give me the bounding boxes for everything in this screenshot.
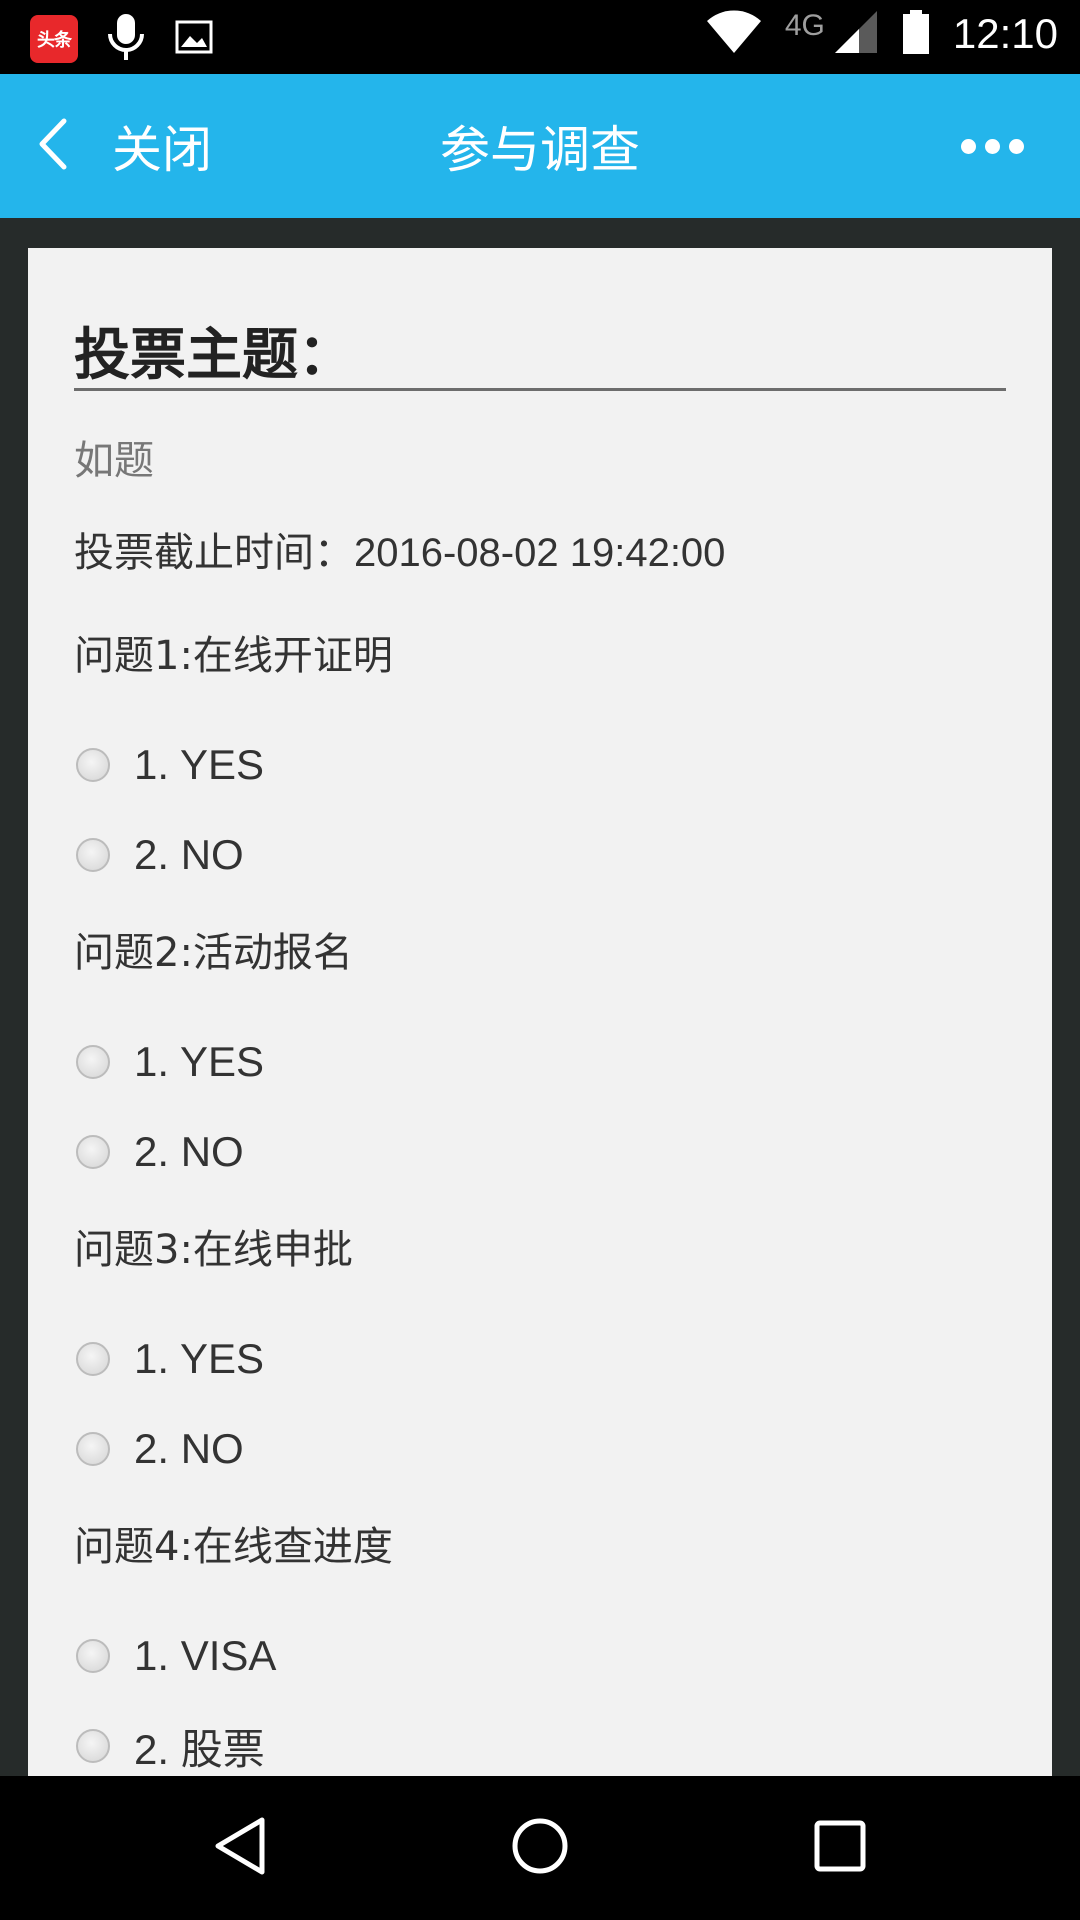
radio-button[interactable]	[76, 1432, 110, 1466]
microphone-icon	[106, 12, 146, 66]
option-radio[interactable]: 2. NO	[74, 1107, 1006, 1197]
option-label: 2. NO	[134, 831, 244, 878]
chevron-left-icon	[36, 117, 70, 175]
option-label: 2. NO	[134, 1128, 244, 1175]
topic-description: 如题	[74, 438, 154, 484]
square-recents-icon	[812, 1818, 868, 1878]
question-title: 问题3:在线申批	[74, 1227, 353, 1273]
circle-home-icon	[510, 1816, 570, 1880]
option-label: 1. YES	[134, 741, 264, 788]
content-area: 投票主题： 如题 投票截止时间：2016-08-02 19:42:00 问题1:…	[0, 218, 1080, 1776]
nav-home-button[interactable]	[460, 1776, 620, 1920]
option-radio[interactable]: 1. YES	[74, 720, 1006, 810]
app-icon-text: 头条	[37, 30, 72, 51]
option-label: 1. YES	[134, 1038, 264, 1085]
option-label: 1. YES	[134, 1335, 264, 1382]
image-icon	[174, 17, 214, 61]
navigation-bar	[0, 1776, 1080, 1920]
radio-button[interactable]	[76, 838, 110, 872]
question-title: 问题2:活动报名	[74, 930, 353, 976]
more-dots-icon	[1008, 138, 1024, 154]
network-type-label: 4G	[784, 9, 825, 42]
cellular-signal-icon	[833, 9, 879, 59]
wifi-icon	[705, 9, 763, 59]
radio-button[interactable]	[76, 1639, 110, 1673]
close-label: 关闭	[112, 121, 212, 179]
divider	[74, 388, 1006, 391]
radio-button[interactable]	[76, 748, 110, 782]
deadline-value: 2016-08-02 19:42:00	[354, 531, 726, 575]
radio-button[interactable]	[76, 1342, 110, 1376]
clock: 12:10	[952, 10, 1058, 57]
nav-back-button[interactable]	[160, 1776, 320, 1920]
deadline: 投票截止时间：2016-08-02 19:42:00	[74, 520, 725, 578]
radio-button[interactable]	[76, 1729, 110, 1763]
option-label: 2. 股票	[134, 1725, 265, 1773]
option-label: 1. VISA	[134, 1632, 277, 1679]
question-title: 问题1:在线开证明	[74, 633, 393, 679]
option-radio[interactable]: 2. NO	[74, 810, 1006, 900]
triangle-back-icon	[212, 1816, 268, 1880]
question-1: 问题1:在线开证明 1. YES 2. NO	[74, 630, 1006, 927]
option-label: 2. NO	[134, 1425, 244, 1472]
radio-button[interactable]	[76, 1135, 110, 1169]
status-bar: 头条 4G 12:10	[0, 0, 1080, 74]
topic-title: 投票主题：	[74, 323, 354, 388]
deadline-label: 投票截止时间：	[74, 531, 354, 575]
survey-card: 投票主题： 如题 投票截止时间：2016-08-02 19:42:00 问题1:…	[28, 248, 1052, 1776]
battery-icon	[901, 8, 931, 60]
question-4: 问题4:在线查进度 1. VISA 2. 股票	[74, 1521, 1006, 1776]
question-list: 问题1:在线开证明 1. YES 2. NO 问题2:活动报名 1. YES 2…	[74, 630, 1006, 1776]
option-radio[interactable]: 2. NO	[74, 1404, 1006, 1494]
app-bar: 关闭 参与调查	[0, 74, 1080, 218]
question-3: 问题3:在线申批 1. YES 2. NO	[74, 1224, 1006, 1521]
more-options-button[interactable]	[952, 74, 1032, 218]
more-dots-icon	[960, 138, 976, 154]
toutiao-app-icon: 头条	[30, 15, 78, 63]
option-radio[interactable]: 2. 股票	[74, 1701, 1006, 1776]
more-dots-icon	[984, 138, 1000, 154]
option-radio[interactable]: 1. VISA	[74, 1611, 1006, 1701]
question-2: 问题2:活动报名 1. YES 2. NO	[74, 927, 1006, 1224]
close-button[interactable]: 关闭	[36, 74, 212, 218]
option-radio[interactable]: 1. YES	[74, 1017, 1006, 1107]
radio-button[interactable]	[76, 1045, 110, 1079]
option-radio[interactable]: 1. YES	[74, 1314, 1006, 1404]
question-title: 问题4:在线查进度	[74, 1524, 393, 1570]
nav-recents-button[interactable]	[760, 1776, 920, 1920]
